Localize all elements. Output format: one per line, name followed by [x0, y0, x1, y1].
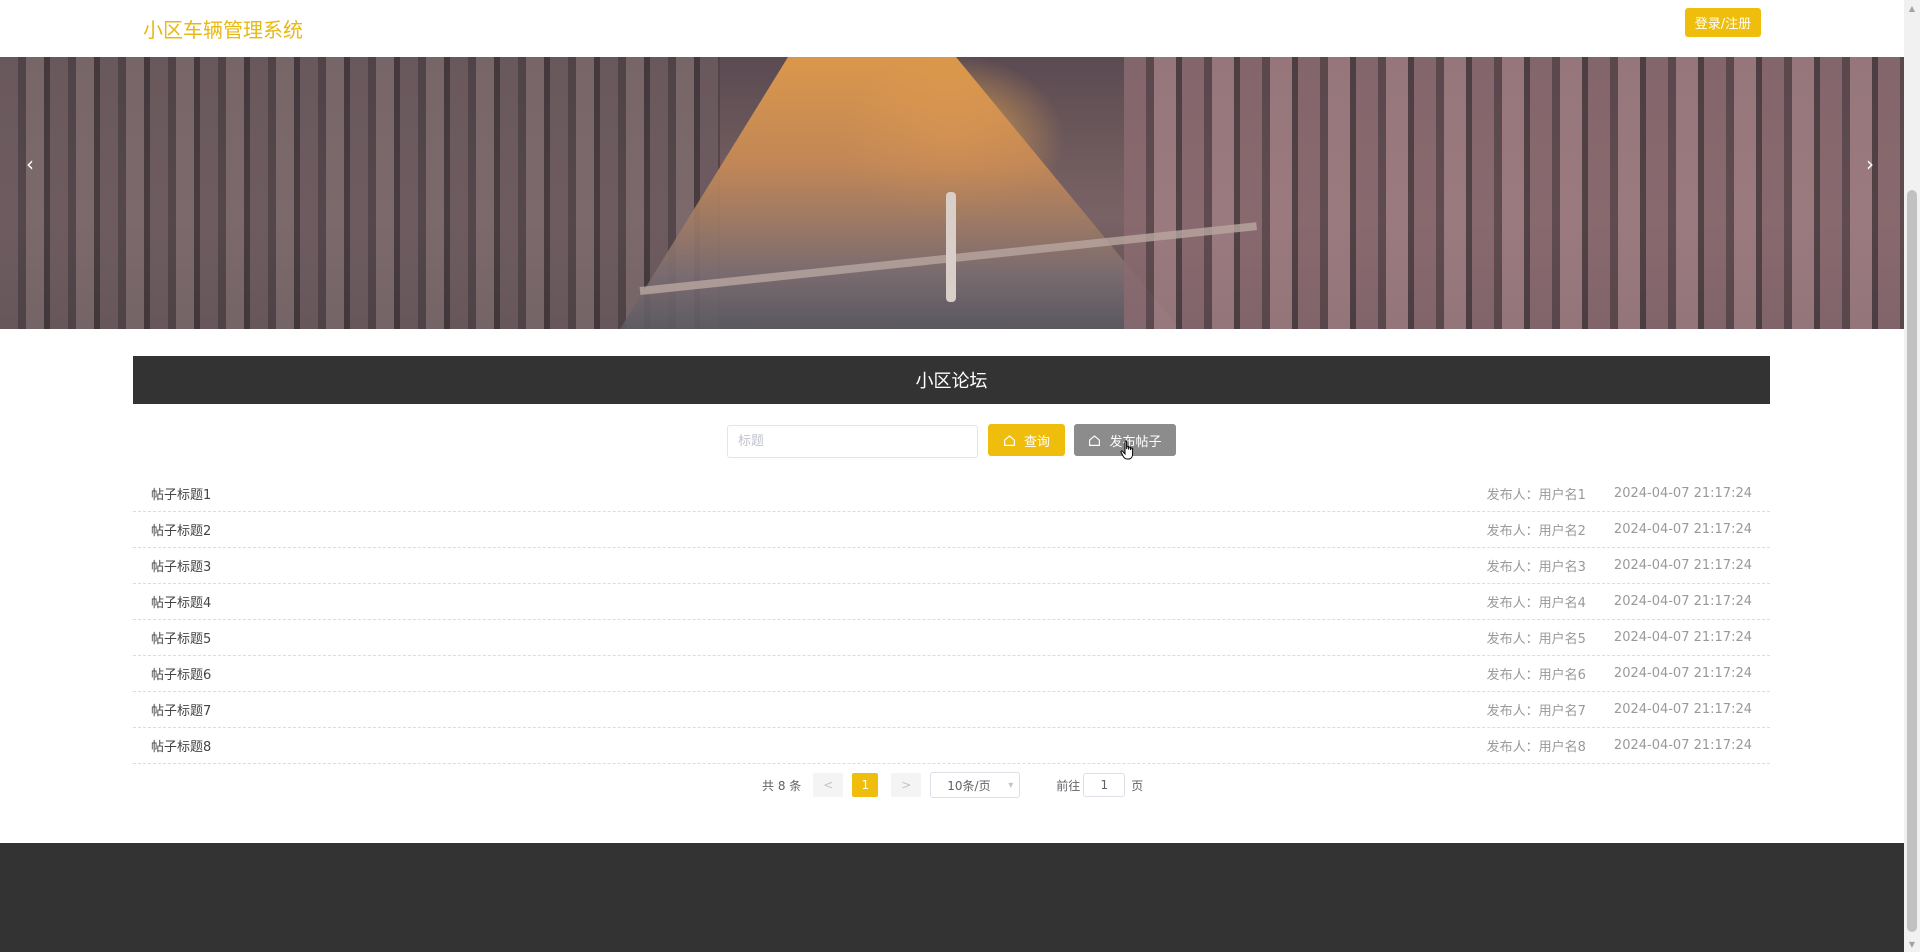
banner-image-city-right — [1124, 57, 1904, 329]
post-title[interactable]: 帖子标题5 — [151, 628, 1487, 647]
post-title[interactable]: 帖子标题4 — [151, 592, 1487, 611]
query-button-label: 查询 — [1023, 434, 1050, 450]
next-page-button[interactable]: > — [891, 773, 922, 797]
page-number-button[interactable]: 1 — [852, 773, 879, 797]
post-author: 发布人：用户名1 — [1486, 488, 1586, 503]
pagination: 共 8 条 < 1 > 10条/页 ▾ 前往 页 — [762, 772, 1143, 798]
prev-page-button[interactable]: < — [813, 773, 844, 797]
page-size-select[interactable]: 10条/页 ▾ — [930, 772, 1021, 798]
goto-page-input[interactable] — [1083, 773, 1126, 797]
post-author: 发布人：用户名7 — [1486, 704, 1586, 719]
footer — [0, 843, 1904, 952]
scroll-down-arrow-icon[interactable]: ▼ — [1904, 936, 1920, 952]
banner-image-tower — [946, 192, 956, 302]
post-time: 2024-04-07 21:17:24 — [1613, 738, 1752, 753]
post-list-item[interactable]: 帖子标题6 发布人：用户名6 2024-04-07 21:17:24 — [133, 656, 1770, 692]
post-title[interactable]: 帖子标题1 — [151, 484, 1487, 503]
site-title[interactable]: 小区车辆管理系统 — [143, 14, 303, 43]
post-list-item[interactable]: 帖子标题8 发布人：用户名8 2024-04-07 21:17:24 — [133, 728, 1770, 764]
goto-label: 前往 — [1056, 778, 1081, 793]
page-size-value: 10条/页 — [947, 778, 991, 793]
post-author: 发布人：用户名5 — [1486, 632, 1586, 647]
post-title[interactable]: 帖子标题6 — [151, 664, 1487, 683]
post-time: 2024-04-07 21:17:24 — [1613, 558, 1752, 573]
post-author: 发布人：用户名2 — [1486, 524, 1586, 539]
post-list: 帖子标题1 发布人：用户名1 2024-04-07 21:17:24 帖子标题2 发布人… — [133, 476, 1770, 764]
scrollbar-thumb[interactable] — [1907, 190, 1917, 932]
scroll-up-arrow-icon[interactable]: ▲ — [1904, 0, 1920, 16]
post-time: 2024-04-07 21:17:24 — [1613, 666, 1752, 681]
post-time: 2024-04-07 21:17:24 — [1613, 702, 1752, 717]
total-count: 共 8 条 — [762, 778, 802, 793]
post-title[interactable]: 帖子标题8 — [151, 736, 1487, 755]
title-search-input[interactable] — [727, 425, 978, 458]
banner-carousel: ‹ › — [0, 57, 1904, 329]
query-button[interactable]: 查询 — [988, 424, 1065, 456]
post-author: 发布人：用户名8 — [1486, 740, 1586, 755]
post-list-item[interactable]: 帖子标题1 发布人：用户名1 2024-04-07 21:17:24 — [133, 476, 1770, 512]
login-register-button[interactable]: 登录/注册 — [1685, 8, 1761, 37]
home-icon — [1004, 434, 1015, 446]
post-time: 2024-04-07 21:17:24 — [1613, 630, 1752, 645]
post-list-item[interactable]: 帖子标题3 发布人：用户名3 2024-04-07 21:17:24 — [133, 548, 1770, 584]
post-list-item[interactable]: 帖子标题4 发布人：用户名4 2024-04-07 21:17:24 — [133, 584, 1770, 620]
post-list-item[interactable]: 帖子标题5 发布人：用户名5 2024-04-07 21:17:24 — [133, 620, 1770, 656]
forum-title-bar: 小区论坛 — [133, 356, 1770, 404]
home-icon — [1089, 434, 1101, 446]
header: 小区车辆管理系统 登录/注册 — [0, 0, 1904, 57]
forum-title: 小区论坛 — [915, 371, 988, 392]
post-author: 发布人：用户名6 — [1486, 668, 1586, 683]
carousel-prev-arrow-icon[interactable]: ‹ — [26, 152, 34, 176]
post-time: 2024-04-07 21:17:24 — [1613, 594, 1752, 609]
post-title[interactable]: 帖子标题7 — [151, 700, 1487, 719]
post-author: 发布人：用户名4 — [1486, 596, 1586, 611]
post-author: 发布人：用户名3 — [1486, 560, 1586, 575]
post-list-item[interactable]: 帖子标题2 发布人：用户名2 2024-04-07 21:17:24 — [133, 512, 1770, 548]
post-title[interactable]: 帖子标题3 — [151, 556, 1487, 575]
post-time: 2024-04-07 21:17:24 — [1613, 522, 1752, 537]
page-suffix: 页 — [1131, 778, 1144, 793]
post-list-item[interactable]: 帖子标题7 发布人：用户名7 2024-04-07 21:17:24 — [133, 692, 1770, 728]
banner-image-city-left — [0, 57, 720, 329]
post-title[interactable]: 帖子标题2 — [151, 520, 1487, 539]
post-time: 2024-04-07 21:17:24 — [1613, 486, 1752, 501]
chevron-down-icon: ▾ — [1008, 779, 1014, 791]
carousel-next-arrow-icon[interactable]: › — [1866, 152, 1874, 176]
page-scrollbar[interactable]: ▲ ▼ — [1904, 0, 1920, 952]
hand-pointer-cursor-icon — [1120, 440, 1134, 460]
